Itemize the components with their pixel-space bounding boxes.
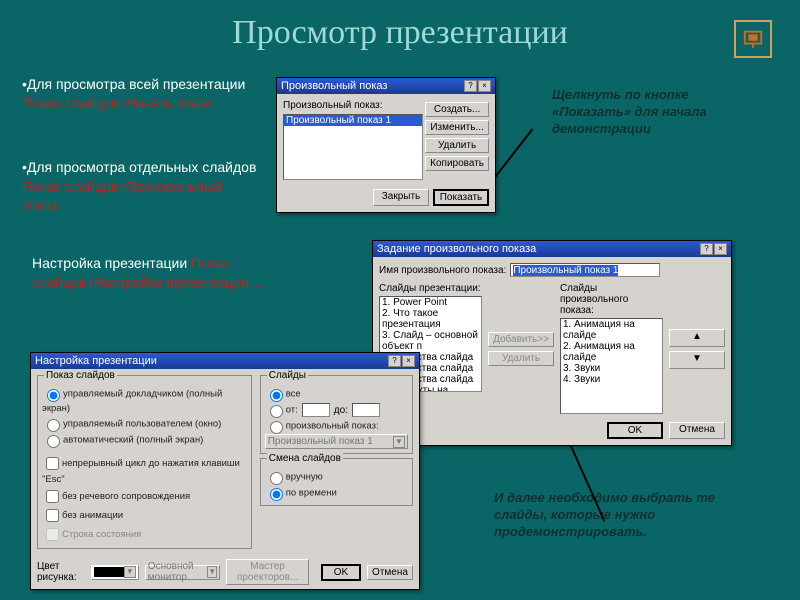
help-icon[interactable]: ? [464,80,477,92]
custom-show-combo[interactable]: Произвольный показ 1▼ [265,434,408,449]
radio-auto[interactable]: автоматический (полный экран) [42,432,247,448]
custom-show-list[interactable]: Произвольный показ 1 [283,114,423,180]
dialog-titlebar[interactable]: Настройка презентации ? × [31,353,419,369]
ok-button[interactable]: OK [607,422,663,439]
setup-show-dialog: Настройка презентации ? × Показ слайдов … [30,352,420,590]
move-up-button[interactable]: ▲ [669,329,725,347]
presentation-icon [734,20,772,58]
pen-color-label: Цвет рисунка: [37,561,85,583]
help-icon[interactable]: ? [700,243,713,255]
radio-user[interactable]: управляемый пользователем (окно) [42,416,247,432]
right-list-label: Слайды произвольного показа: [560,283,663,316]
show-button[interactable]: Показать [433,189,489,206]
show-type-group: Показ слайдов управляемый докладчиком (п… [37,375,252,549]
bullet-3: Настройка презентации Показ слайдов /Нас… [32,254,272,292]
edit-button[interactable]: Изменить... [425,120,489,135]
close-icon[interactable]: × [478,80,491,92]
projector-wizard-button[interactable]: Мастер проекторов... [226,559,309,585]
list-item[interactable]: 2. Анимация на слайде [561,341,662,363]
add-button[interactable]: Добавить>> [488,332,554,347]
bullet-1: •Для просмотра всей презентации Показ сл… [22,75,262,113]
page-title: Просмотр презентации [0,0,800,52]
custom-slides-list[interactable]: 1. Анимация на слайде 2. Анимация на сла… [560,318,663,414]
list-item[interactable]: 1. Анимация на слайде [561,319,662,341]
close-icon[interactable]: × [402,355,415,367]
advance-group: Смена слайдов вручную по времени [260,458,413,506]
name-label: Имя произвольного показа: [379,265,506,276]
radio-timings[interactable]: по времени [265,485,408,501]
left-list-label: Слайды презентации: [379,283,482,294]
define-custom-show-dialog: Задание произвольного показа ? × Имя про… [372,240,732,446]
close-icon[interactable]: × [714,243,727,255]
dialog-title: Произвольный показ [281,80,387,92]
slides-group: Слайды все от: до: произвольный показ: П… [260,375,413,454]
pen-color-combo[interactable]: ▼ [91,565,139,580]
move-down-button[interactable]: ▼ [669,351,725,369]
check-loop[interactable]: непрерывный цикл до нажатия клавиши "Esc… [42,454,247,487]
list-item[interactable]: Произвольный показ 1 [284,115,422,126]
ok-button[interactable]: OK [321,564,361,581]
help-icon[interactable]: ? [388,355,401,367]
dialog-title: Настройка презентации [35,355,157,367]
list-item[interactable]: 1. Power Point [380,297,481,308]
monitor-combo[interactable]: Основной монитор▼ [145,565,220,580]
custom-show-dialog: Произвольный показ ? × Произвольный пока… [276,77,496,213]
list-item[interactable]: 3. Звуки [561,363,662,374]
list-item[interactable]: 2. Что такое презентация [380,308,481,330]
delete-button[interactable]: Удалить [425,138,489,153]
radio-all[interactable]: все [265,386,408,402]
from-input[interactable] [302,403,330,417]
create-button[interactable]: Создать... [425,102,489,117]
list-item[interactable]: 3. Слайд – основной объект п [380,330,481,352]
radio-manual[interactable]: вручную [265,469,408,485]
check-no-narration[interactable]: без речевого сопровождения [42,487,247,506]
cancel-button[interactable]: Отмена [367,565,413,580]
remove-button[interactable]: Удалить [488,351,554,366]
check-no-animation[interactable]: без анимации [42,506,247,525]
list-item[interactable]: 4. Звуки [561,374,662,385]
show-name-input[interactable]: Произвольный показ 1 [510,263,660,277]
to-input[interactable] [352,403,380,417]
close-button[interactable]: Закрыть [373,189,429,206]
radio-from[interactable]: от: [265,402,298,418]
cancel-button[interactable]: Отмена [669,422,725,439]
check-status-bar: Строка состояния [42,525,247,544]
copy-button[interactable]: Копировать [425,156,489,171]
radio-presenter[interactable]: управляемый докладчиком (полный экран) [42,386,247,416]
dialog-titlebar[interactable]: Произвольный показ ? × [277,78,495,94]
dialog-title: Задание произвольного показа [377,243,536,255]
callout-select: И далее необходимо выбрать те слайды, ко… [494,490,764,541]
dialog-titlebar[interactable]: Задание произвольного показа ? × [373,241,731,257]
bullet-2: •Для просмотра отдельных слайдов Показ с… [22,158,262,215]
callout-show: Щелкнуть по кнопке «Показать» для начала… [552,87,752,138]
radio-custom[interactable]: произвольный показ: [265,418,408,434]
